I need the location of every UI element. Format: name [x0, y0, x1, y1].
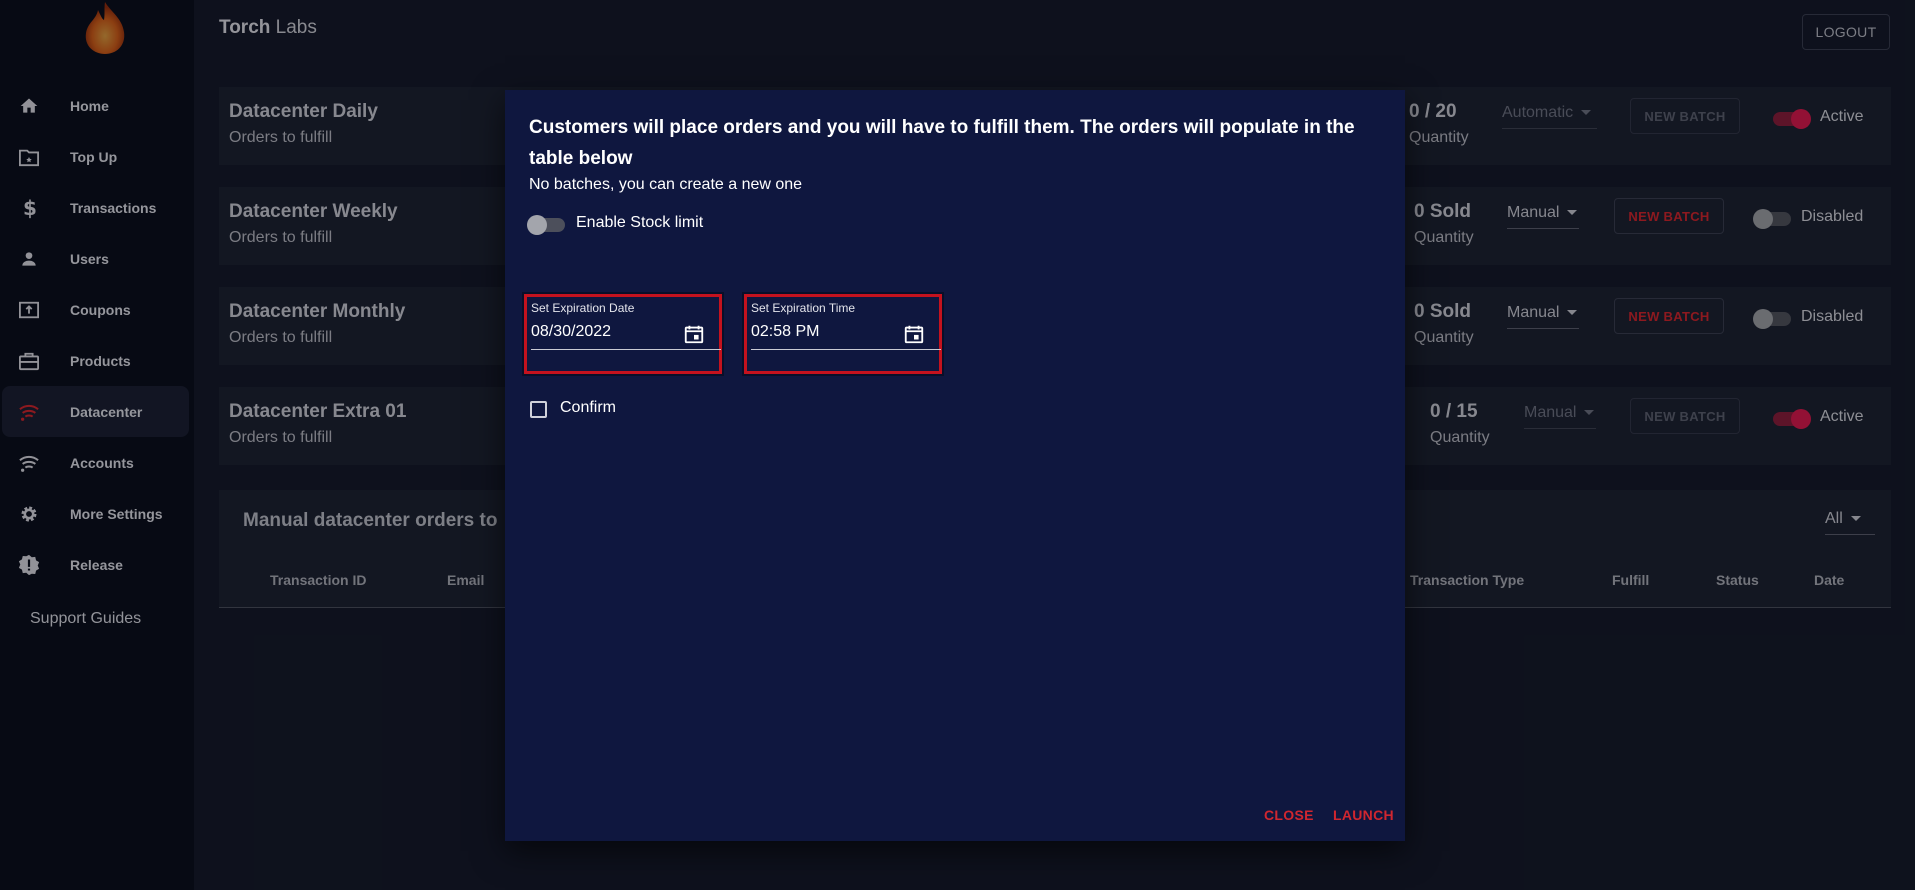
expiration-date-input[interactable]: 08/30/2022 [531, 323, 611, 341]
expiration-time-field[interactable]: Set Expiration Time 02:58 PM [744, 294, 942, 374]
new-batch-dialog: Customers will place orders and you will… [505, 90, 1405, 841]
expiration-date-field[interactable]: Set Expiration Date 08/30/2022 [524, 294, 722, 374]
launch-button[interactable]: LAUNCH [1333, 807, 1394, 823]
field-label: Set Expiration Date [531, 301, 635, 315]
field-underline [751, 349, 941, 350]
confirm-label[interactable]: Confirm [560, 399, 616, 417]
confirm-checkbox[interactable] [530, 401, 547, 418]
expiration-time-input[interactable]: 02:58 PM [751, 323, 819, 341]
field-label: Set Expiration Time [751, 301, 856, 315]
field-underline [531, 349, 721, 350]
dialog-subtext: No batches, you can create a new one [529, 176, 803, 193]
dialog-heading: Customers will place orders and you will… [529, 117, 1355, 169]
stock-limit-toggle[interactable] [527, 215, 565, 235]
close-button[interactable]: CLOSE [1264, 807, 1314, 823]
stock-limit-label: Enable Stock limit [576, 214, 704, 231]
toggle-knob [527, 215, 547, 235]
calendar-icon[interactable] [903, 323, 925, 345]
calendar-icon[interactable] [683, 323, 705, 345]
